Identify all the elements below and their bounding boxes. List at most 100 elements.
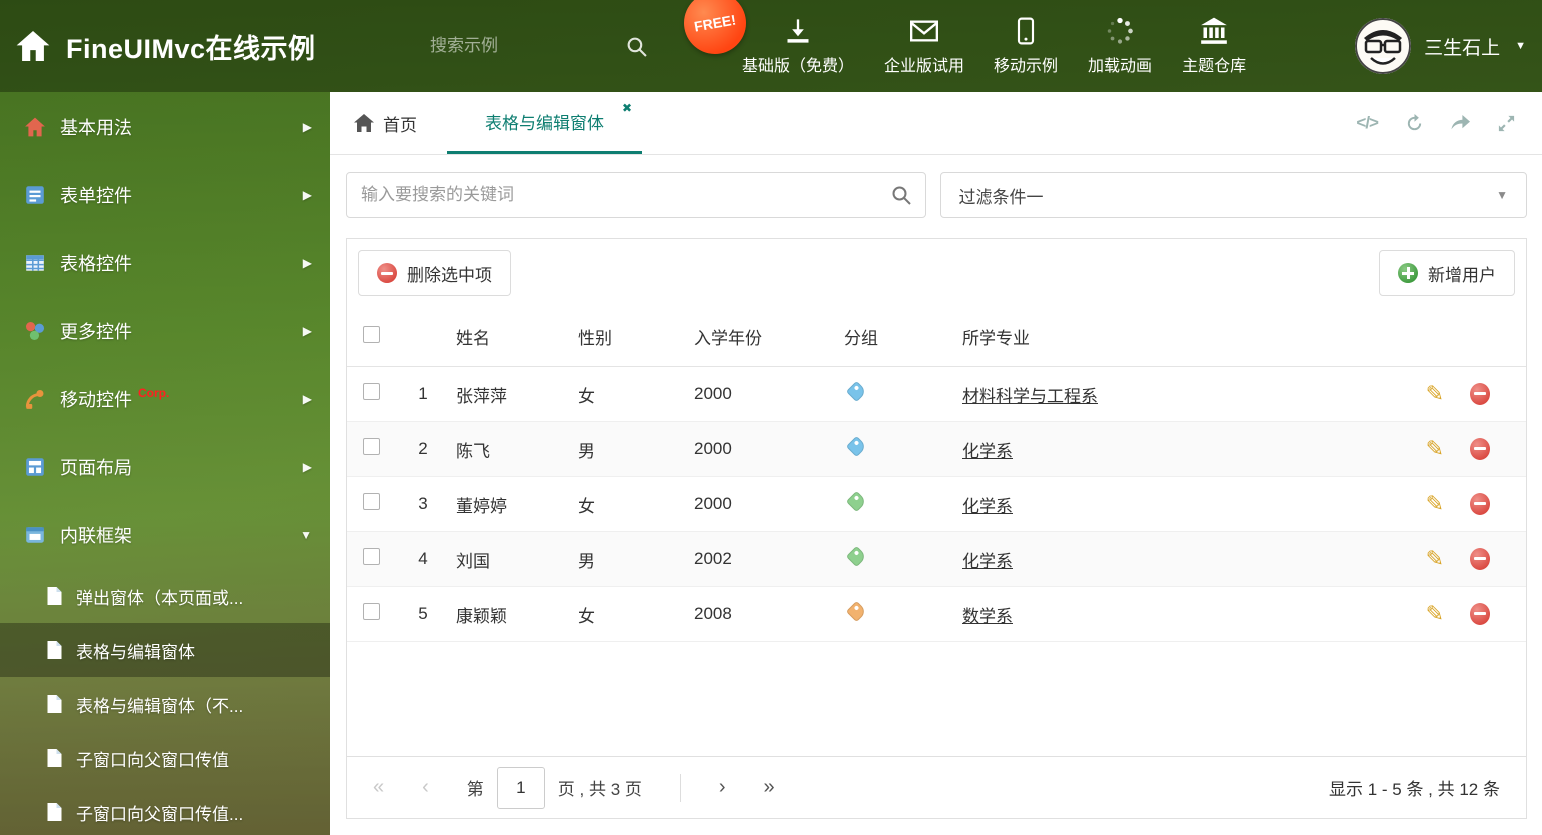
top-header: FineUIMvc在线示例 FREE! 基础版（免费） 企业版试用 [0, 0, 1542, 92]
delete-row-icon[interactable] [1470, 493, 1490, 515]
row-checkbox[interactable] [363, 548, 380, 565]
tab-home-label: 首页 [383, 115, 417, 135]
nav-item-theme-repo[interactable]: 主题仓库 [1182, 17, 1246, 76]
last-page-icon[interactable]: » [764, 776, 775, 799]
delete-row-icon[interactable] [1470, 548, 1490, 570]
first-page-icon[interactable]: « [373, 776, 384, 799]
edit-pencil-icon[interactable]: ✎ [1426, 548, 1444, 570]
download-icon [784, 17, 812, 45]
chevron-right-icon: ▶ [302, 120, 312, 134]
sidebar-item-more-controls[interactable]: 更多控件 ▶ [0, 297, 330, 365]
table-row[interactable]: 1 张萍萍 女 2000 材料科学与工程系 ✎ [347, 367, 1526, 422]
major-link[interactable]: 化学系 [962, 497, 1013, 516]
sidebar-item-inline-frame[interactable]: 内联框架 ▼ [0, 501, 330, 569]
user-name[interactable]: 三生石上 [1424, 33, 1500, 60]
sidebar-subitem-label: 表格与编辑窗体（不... [76, 696, 244, 716]
chevron-right-icon: ▶ [302, 188, 312, 202]
row-checkbox[interactable] [363, 603, 380, 620]
table-row[interactable]: 2 陈飞 男 2000 化学系 ✎ [347, 422, 1526, 477]
cell-year: 2002 [694, 549, 732, 568]
table-row[interactable]: 5 康颖颖 女 2008 数学系 ✎ [347, 587, 1526, 642]
sidebar-subitem-popup-window[interactable]: 弹出窗体（本页面或... [0, 569, 330, 623]
delete-selected-button[interactable]: 删除选中项 [358, 250, 511, 296]
sidebar-item-mobile-controls[interactable]: 移动控件 Corp. ▶ [0, 365, 330, 433]
sidebar-subitem-child-to-parent-2[interactable]: 子窗口向父窗口传值... [0, 785, 330, 835]
chevron-right-icon: ▶ [302, 460, 312, 474]
add-user-button[interactable]: 新增用户 [1379, 250, 1515, 296]
table-header-row: 姓名 性别 入学年份 分组 所学专业 [347, 307, 1526, 367]
edit-pencil-icon[interactable]: ✎ [1426, 438, 1444, 460]
file-icon [46, 748, 63, 768]
nav-item-loading-animation[interactable]: 加载动画 [1088, 17, 1152, 76]
delete-row-icon[interactable] [1470, 438, 1490, 460]
cell-gender: 男 [578, 551, 595, 571]
header-search-input[interactable] [430, 36, 580, 56]
sidebar-item-form-controls[interactable]: 表单控件 ▶ [0, 161, 330, 229]
tab-close-icon[interactable]: ✖ [622, 101, 632, 115]
sidebar-subitem-grid-edit-window[interactable]: 表格与编辑窗体 [0, 623, 330, 677]
filter-dropdown[interactable]: 过滤条件一 ▼ [939, 172, 1527, 218]
edit-pencil-icon[interactable]: ✎ [1426, 383, 1444, 405]
next-page-icon[interactable]: › [719, 776, 726, 799]
tab-active-label: 表格与编辑窗体 [485, 114, 604, 133]
filter-row: 过滤条件一 ▼ [346, 172, 1527, 218]
edit-pencil-icon[interactable]: ✎ [1426, 493, 1444, 515]
avatar[interactable] [1355, 18, 1412, 74]
table-row[interactable]: 3 董婷婷 女 2000 化学系 ✎ [347, 477, 1526, 532]
search-icon[interactable] [626, 36, 647, 57]
home-tab-icon [354, 114, 374, 132]
tag-icon [845, 490, 868, 513]
layout-icon [24, 456, 46, 478]
row-number: 2 [418, 439, 428, 458]
row-checkbox[interactable] [363, 438, 380, 455]
source-code-icon[interactable]: </> [1356, 113, 1379, 133]
page-number-input[interactable] [496, 766, 545, 809]
tag-icon [845, 380, 868, 403]
expand-icon[interactable] [1497, 114, 1516, 133]
table-row[interactable]: 4 刘国 男 2002 化学系 ✎ [347, 532, 1526, 587]
prev-page-icon[interactable]: ‹ [422, 776, 429, 799]
row-checkbox[interactable] [363, 493, 380, 510]
sidebar-item-basic-usage[interactable]: 基本用法 ▶ [0, 93, 330, 161]
major-link[interactable]: 材料科学与工程系 [962, 387, 1098, 406]
sidebar-item-label: 表单控件 [60, 186, 132, 206]
delete-row-icon[interactable] [1470, 603, 1490, 625]
tab-grid-edit-window[interactable]: 表格与编辑窗体 ✖ [447, 92, 642, 154]
nav-item-enterprise-trial[interactable]: 企业版试用 [884, 17, 964, 76]
column-header-name: 姓名 [456, 329, 490, 348]
tab-tools: </> [1356, 92, 1542, 154]
file-icon [46, 640, 63, 660]
row-number: 4 [418, 549, 428, 568]
content-area: 过滤条件一 ▼ 删除选中项 新增用户 [330, 155, 1542, 835]
sidebar-subitem-label: 子窗口向父窗口传值 [76, 750, 229, 770]
tab-home[interactable]: 首页 [330, 92, 447, 154]
cell-name: 张萍萍 [456, 386, 507, 406]
open-new-window-icon[interactable] [1451, 114, 1470, 133]
refresh-icon[interactable] [1405, 113, 1424, 133]
major-link[interactable]: 化学系 [962, 442, 1013, 461]
delete-row-icon[interactable] [1470, 383, 1490, 405]
major-link[interactable]: 数学系 [962, 607, 1013, 626]
user-caret-icon: ▼ [1515, 40, 1526, 52]
app-title: FineUIMvc在线示例 [66, 33, 316, 64]
cell-name: 陈飞 [456, 441, 490, 461]
sidebar-subitem-child-to-parent[interactable]: 子窗口向父窗口传值 [0, 731, 330, 785]
row-checkbox[interactable] [363, 383, 380, 400]
sidebar-subitem-grid-edit-window-2[interactable]: 表格与编辑窗体（不... [0, 677, 330, 731]
sidebar-item-page-layout[interactable]: 页面布局 ▶ [0, 433, 330, 501]
major-link[interactable]: 化学系 [962, 552, 1013, 571]
corp-badge: Corp. [138, 386, 170, 400]
keyword-search-input[interactable] [361, 185, 891, 205]
sidebar-item-label: 移动控件 [60, 390, 132, 410]
nav-item-label: 主题仓库 [1182, 57, 1247, 75]
search-icon[interactable] [891, 185, 911, 205]
home-icon[interactable] [16, 31, 50, 61]
cell-gender: 女 [578, 386, 595, 406]
nav-item-basic-free[interactable]: 基础版（免费） [742, 17, 854, 76]
select-all-checkbox[interactable] [363, 325, 380, 343]
sidebar-item-grid-controls[interactable]: 表格控件 ▶ [0, 229, 330, 297]
header-user: 三生石上 ▼ [1355, 0, 1526, 92]
edit-pencil-icon[interactable]: ✎ [1426, 603, 1444, 625]
frame-icon [24, 524, 46, 546]
nav-item-mobile-demo[interactable]: 移动示例 [994, 17, 1058, 76]
